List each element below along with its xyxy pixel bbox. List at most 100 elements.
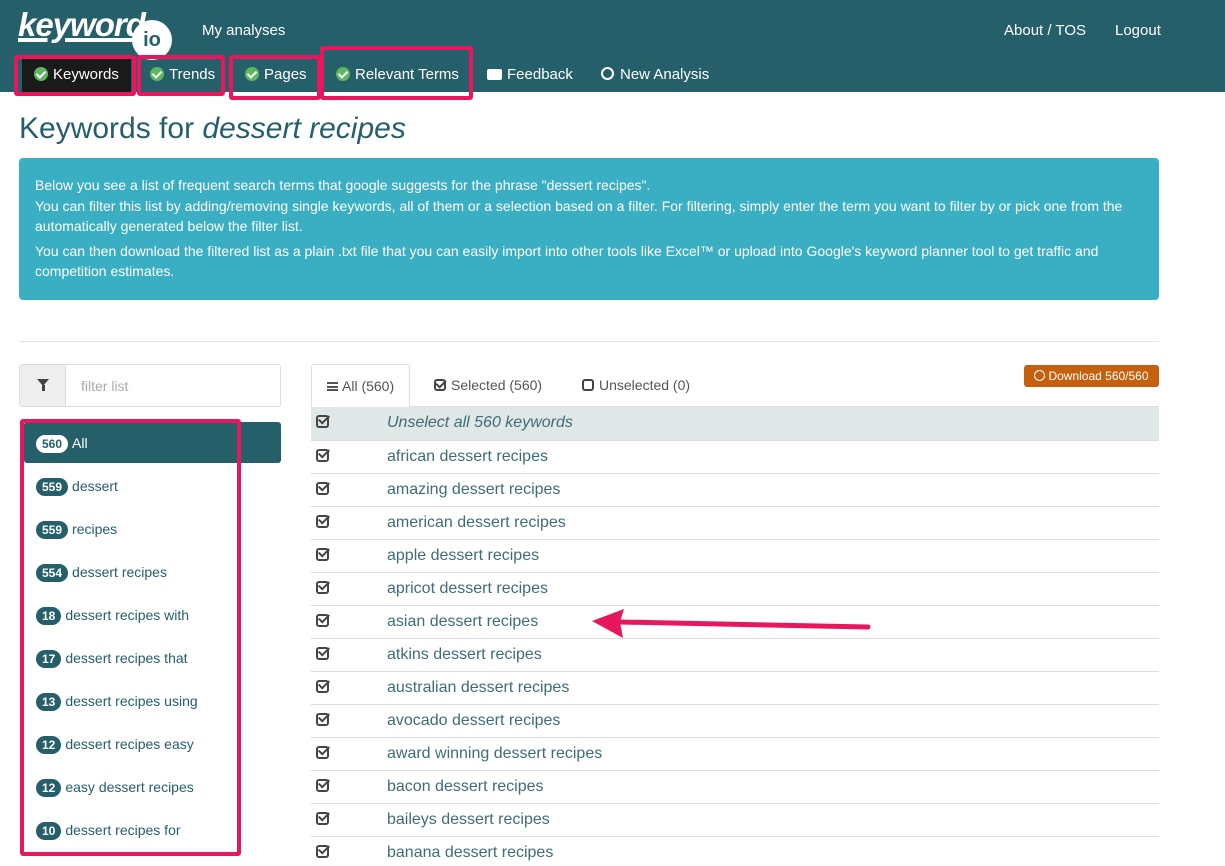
keyword-text: baileys dessert recipes [387, 811, 550, 828]
info-line-2: You can filter this list by adding/remov… [35, 197, 1123, 235]
filter-input[interactable] [67, 365, 280, 406]
facet-item[interactable]: 12 easy dessert recipes [36, 779, 194, 799]
zoom-in-icon [601, 67, 614, 80]
table-row[interactable]: banana dessert recipes [311, 836, 1159, 866]
tab-all[interactable]: All (560) [311, 364, 411, 408]
tab-keywords[interactable]: Keywords [22, 58, 131, 92]
comment-icon [487, 69, 502, 80]
about-tos-link[interactable]: About / TOS [1004, 22, 1086, 39]
table-row[interactable]: avocado dessert recipes [311, 704, 1159, 737]
unselect-all-row[interactable]: Unselect all 560 keywords [311, 407, 1159, 440]
table-row[interactable]: apple dessert recipes [311, 539, 1159, 572]
keyword-text: award winning dessert recipes [387, 745, 603, 762]
facet-count-badge: 559 [36, 478, 69, 496]
download-button[interactable]: Download 560/560 [1024, 365, 1159, 387]
checkbox-checked-icon[interactable] [316, 845, 329, 858]
facet-count-badge: 10 [36, 822, 62, 840]
facet-label: recipes [72, 521, 118, 537]
facet-count-badge: 12 [36, 736, 62, 754]
tab-new-analysis[interactable]: New Analysis [601, 58, 709, 92]
check-circle-icon [336, 67, 350, 81]
checkbox-checked-icon[interactable] [316, 548, 329, 561]
checkbox-checked-icon[interactable] [316, 680, 329, 693]
tab-new-analysis-label: New Analysis [620, 66, 710, 83]
facet-count-badge: 559 [36, 521, 69, 539]
checkbox-checked-icon[interactable] [316, 614, 329, 627]
tab-pages[interactable]: Pages [245, 58, 307, 92]
checkbox-checked-icon[interactable] [316, 449, 329, 462]
facet-item[interactable]: 18 dessert recipes with [36, 607, 189, 627]
checkbox-checked-icon[interactable] [316, 779, 329, 792]
filter-icon [37, 379, 49, 391]
facet-label: dessert recipes with [65, 607, 190, 623]
facet-label: dessert recipes for [65, 822, 181, 838]
keyword-text: banana dessert recipes [387, 844, 554, 861]
table-row[interactable]: baileys dessert recipes [311, 803, 1159, 836]
facet-label: dessert [72, 478, 118, 494]
keyword-text: bacon dessert recipes [387, 778, 544, 795]
facet-item[interactable]: 10 dessert recipes for [36, 822, 181, 842]
tab-feedback-label: Feedback [507, 66, 573, 83]
list-icon [327, 382, 338, 391]
my-analyses-link[interactable]: My analyses [202, 22, 285, 39]
checkbox-checked-icon[interactable] [316, 647, 329, 660]
table-row[interactable]: bacon dessert recipes [311, 770, 1159, 803]
keywordio-logo[interactable]: keyword io [18, 6, 176, 60]
checkbox-checked-icon[interactable] [316, 515, 329, 528]
checkbox-empty-icon [582, 379, 594, 391]
keyword-text: atkins dessert recipes [387, 646, 542, 663]
facet-count-badge: 13 [36, 693, 62, 711]
check-circle-icon [245, 67, 259, 81]
tab-selected-label: Selected (560) [451, 377, 543, 393]
facet-label: dessert recipes easy [65, 736, 194, 752]
tab-relevant-terms[interactable]: Relevant Terms [336, 58, 459, 92]
page-title-query: dessert recipes [202, 112, 406, 145]
info-panel: Below you see a list of frequent search … [19, 158, 1159, 300]
tab-unselected-label: Unselected (0) [599, 377, 691, 393]
table-row[interactable]: award winning dessert recipes [311, 737, 1159, 770]
facet-item[interactable]: 559 dessert [36, 478, 118, 498]
filter-button[interactable] [20, 365, 66, 406]
checkbox-checked-icon[interactable] [316, 713, 329, 726]
keyword-text: apple dessert recipes [387, 547, 540, 564]
check-circle-icon [150, 67, 164, 81]
table-row[interactable]: american dessert recipes [311, 506, 1159, 539]
checkbox-checked-icon[interactable] [316, 812, 329, 825]
tab-trends[interactable]: Trends [150, 58, 215, 92]
keyword-text: australian dessert recipes [387, 679, 570, 696]
checkbox-checked-icon[interactable] [316, 581, 329, 594]
facet-label: All [72, 435, 88, 451]
facet-item-all[interactable]: 560 All [36, 435, 88, 455]
facet-item[interactable]: 12 dessert recipes easy [36, 736, 194, 756]
checkbox-checked-icon[interactable] [316, 482, 329, 495]
table-row[interactable]: amazing dessert recipes [311, 473, 1159, 506]
facet-count-badge: 18 [36, 607, 62, 625]
table-row[interactable]: african dessert recipes [311, 440, 1159, 473]
logo-word: keyword [18, 6, 146, 43]
keyword-text: apricot dessert recipes [387, 580, 548, 597]
table-row[interactable]: australian dessert recipes [311, 671, 1159, 704]
download-label: Download 560/560 [1048, 369, 1149, 383]
tab-selected[interactable]: Selected (560) [434, 364, 542, 407]
tab-feedback[interactable]: Feedback [487, 58, 573, 92]
logout-link[interactable]: Logout [1115, 22, 1161, 39]
unselect-all-label: Unselect all 560 keywords [387, 414, 573, 431]
tab-pages-label: Pages [264, 66, 307, 83]
table-row[interactable]: apricot dessert recipes [311, 572, 1159, 605]
facet-label: dessert recipes [72, 564, 167, 580]
facet-item[interactable]: 554 dessert recipes [36, 564, 167, 584]
logo-io-badge: io [132, 20, 172, 60]
download-icon [1034, 370, 1046, 381]
filter-group [19, 364, 281, 407]
facet-item[interactable]: 559 recipes [36, 521, 117, 541]
facet-count-badge: 560 [36, 435, 69, 453]
checkbox-checked-icon[interactable] [316, 415, 329, 428]
top-navbar: keyword io My analyses About / TOS Logou… [0, 0, 1225, 92]
facet-label: easy dessert recipes [65, 779, 194, 795]
tab-unselected[interactable]: Unselected (0) [582, 364, 690, 407]
facet-item[interactable]: 13 dessert recipes using [36, 693, 198, 713]
checkbox-checked-icon[interactable] [316, 746, 329, 759]
keyword-text: avocado dessert recipes [387, 712, 561, 729]
tab-keywords-label: Keywords [53, 66, 119, 83]
facet-item[interactable]: 17 dessert recipes that [36, 650, 188, 670]
